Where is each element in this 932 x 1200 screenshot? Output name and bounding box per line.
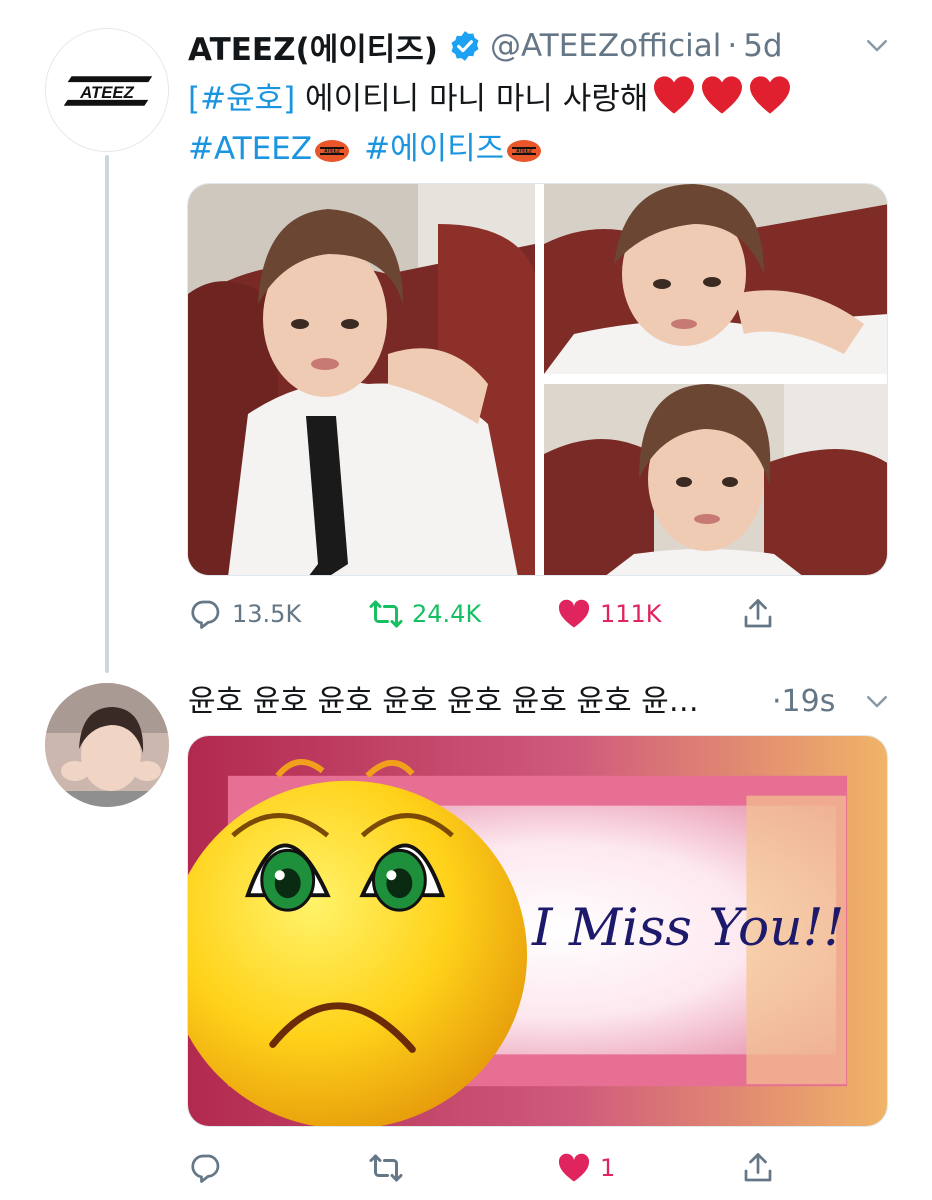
hashtag-yunho-link[interactable]: [#윤호] <box>188 81 295 117</box>
reply-menu-button[interactable] <box>862 686 892 722</box>
photo-3[interactable] <box>544 384 887 575</box>
chevron-down-icon <box>867 696 887 708</box>
share-button[interactable] <box>740 596 776 632</box>
hashflag-text: ATEEZ <box>516 148 532 154</box>
reply-author-avatar[interactable] <box>45 683 169 807</box>
tweet-body-text: 에이티니 마니 마니 사랑해 <box>295 81 649 117</box>
ateez-hashflag-icon: ATEEZ <box>507 139 542 162</box>
reply-icon <box>191 600 220 629</box>
red-heart-emoji-icon <box>654 76 695 114</box>
reply-2-share-button[interactable] <box>740 1150 776 1186</box>
share-icon <box>744 1153 772 1182</box>
like-icon <box>558 599 590 628</box>
header-separator: · <box>727 28 738 64</box>
reply-2-reply-button[interactable] <box>188 1150 224 1186</box>
thread-connector-line <box>105 155 109 673</box>
author-handle[interactable]: @ATEEZofficial <box>490 28 721 64</box>
reply-icon <box>191 1154 220 1183</box>
photo-2[interactable] <box>544 184 887 374</box>
ateez-logo: ATEEZ <box>46 29 168 151</box>
i-miss-you-text: I Miss You!! <box>531 898 844 958</box>
retweet-icon <box>369 600 403 628</box>
like-button[interactable]: 111K <box>556 596 662 632</box>
tweet-menu-button[interactable] <box>862 30 892 66</box>
hashtag-ateez-link[interactable]: #ATEEZ <box>188 131 312 167</box>
reply-timestamp[interactable]: ·19s <box>772 680 835 724</box>
tweet-header: ATEEZ(에이티즈) @ATEEZofficial · 5d <box>188 24 783 68</box>
reply-2-like-count: 1 <box>600 1154 616 1182</box>
retweet-button[interactable]: 24.4K <box>368 596 481 632</box>
red-heart-emoji-icon <box>702 76 743 114</box>
hashtag-ateez-kr-link[interactable]: #에이티즈 <box>364 131 504 167</box>
reply-2-like-button[interactable]: 1 <box>556 1150 615 1186</box>
reply-button[interactable]: 13.5K <box>188 596 301 632</box>
retweet-count: 24.4K <box>412 600 482 628</box>
retweet-icon <box>369 1154 403 1182</box>
reply-count: 13.5K <box>232 600 302 628</box>
ateez-logo-text: ATEEZ <box>79 83 134 102</box>
reply-2-retweet-button[interactable] <box>368 1150 404 1186</box>
photo-1[interactable] <box>188 184 535 575</box>
share-icon <box>744 599 772 628</box>
red-heart-emoji-icon <box>750 76 791 114</box>
author-name[interactable]: ATEEZ(에이티즈) <box>188 24 438 69</box>
like-icon <box>558 1153 590 1182</box>
reply-media-image[interactable]: I Miss You!! <box>187 735 888 1127</box>
reply-text: 윤호 윤호 윤호 윤호 윤호 윤호 윤호 윤… <box>188 684 699 719</box>
chevron-down-icon <box>867 40 887 52</box>
ateez-avatar[interactable]: ATEEZ <box>45 28 169 152</box>
verified-badge-icon <box>451 31 479 61</box>
ateez-hashflag-icon: ATEEZ <box>315 139 350 162</box>
like-count: 111K <box>600 600 662 628</box>
hashflag-text: ATEEZ <box>324 148 340 154</box>
tweet-timestamp[interactable]: 5d <box>743 28 782 64</box>
reply-header: 윤호 윤호 윤호 윤호 윤호 윤호 윤호 윤… ·19s <box>188 680 858 724</box>
tweet-text: [#윤호] 에이티니 마니 마니 사랑해 #ATEEZ ATEEZ #에이티즈 ATE… <box>188 74 888 174</box>
tweet-media-grid <box>187 183 888 576</box>
